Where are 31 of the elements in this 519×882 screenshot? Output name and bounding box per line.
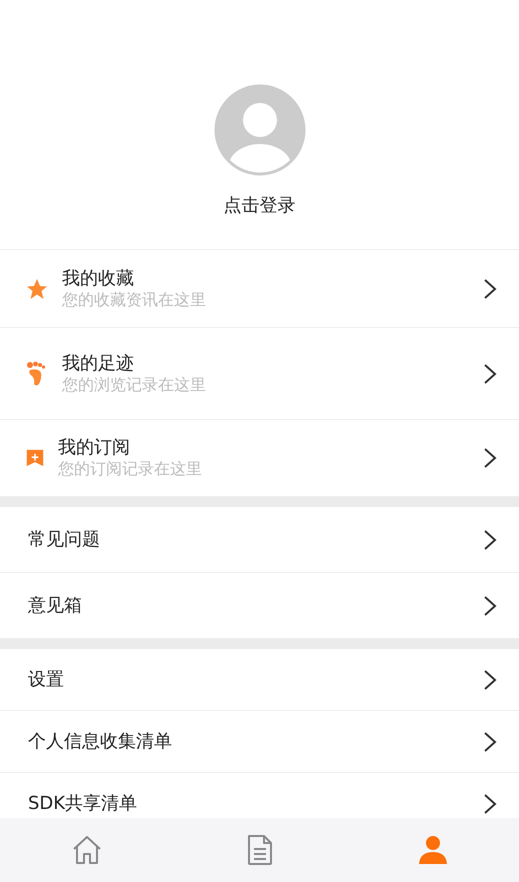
home-icon (70, 834, 102, 866)
chevron-icon (483, 362, 497, 384)
chevron-icon (483, 528, 497, 550)
chevron-icon (483, 594, 497, 616)
feature-row[interactable]: 我的收藏 您的收藏资讯在这里 (0, 250, 519, 328)
bookmark-icon (26, 448, 44, 468)
menu-row[interactable]: 设置 (0, 649, 519, 711)
chevron-icon (483, 447, 497, 469)
login-link[interactable]: 点击登录 (224, 192, 296, 219)
feature-title: 我的收藏 (62, 268, 135, 290)
menu-label: 意见箱 (28, 594, 83, 618)
feature-subtitle: 您的收藏资讯在这里 (62, 290, 207, 310)
chevron-icon (483, 278, 497, 300)
footprint-icon (26, 360, 48, 386)
menu-label: 个人信息收集清单 (28, 730, 173, 754)
chevron-icon (483, 730, 497, 752)
menu-row[interactable]: 个人信息收集清单 (0, 711, 519, 773)
menu-label: SDK共享清单 (28, 792, 138, 816)
person-icon (416, 834, 448, 866)
menu-label: 设置 (28, 668, 65, 692)
menu-label: 常见问题 (28, 528, 101, 552)
chevron-icon (483, 668, 497, 690)
feature-subtitle: 您的浏览记录在这里 (62, 374, 207, 394)
star-icon (26, 278, 48, 300)
feature-title: 我的足迹 (62, 352, 135, 374)
menu-row[interactable]: 常见问题 (0, 507, 519, 573)
feature-row[interactable]: 我的足迹 您的浏览记录在这里 (0, 328, 519, 420)
feature-title: 我的订阅 (58, 437, 131, 459)
avatar-icon[interactable] (214, 84, 306, 176)
chevron-icon (483, 792, 497, 814)
feature-subtitle: 您的订阅记录在这里 (58, 459, 203, 479)
